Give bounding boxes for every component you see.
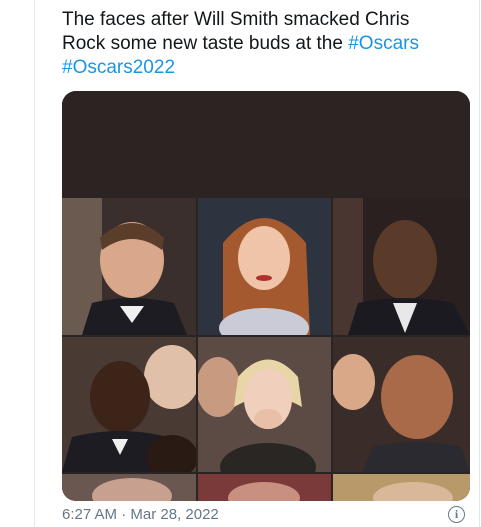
- tweet-text-line1: The faces after Will Smith smacked Chris: [62, 9, 410, 30]
- photo-person-6: [333, 337, 470, 472]
- photo-person-7: [62, 474, 196, 501]
- hashtag-oscars-link[interactable]: #Oscars: [348, 33, 419, 54]
- tweet-media-image[interactable]: [62, 91, 470, 501]
- tweet-timestamp[interactable]: 6:27 AM · Mar 28, 2022: [62, 506, 219, 524]
- photo-cell-row3-right: [333, 474, 470, 501]
- photo-person-1: [62, 198, 196, 335]
- photo-person-3: [333, 198, 470, 335]
- image-dark-band: [62, 91, 470, 198]
- photo-cell-dwayne-johnson: [333, 337, 470, 472]
- photo-cell-matt-damon: [62, 198, 196, 335]
- timeline-border-left: [34, 0, 35, 527]
- photo-cell-trevante-rhodes: [333, 198, 470, 335]
- photo-person-2: [198, 198, 331, 335]
- photo-cell-row3-left: [62, 474, 196, 501]
- photo-person-8: [198, 474, 331, 501]
- photo-cell-charlize-theron: [198, 337, 331, 472]
- photo-cell-row3-middle: [198, 474, 331, 501]
- photo-person-4: [62, 337, 196, 472]
- photo-cell-emma-stone: [198, 198, 331, 335]
- photo-person-9: [333, 474, 470, 501]
- info-icon[interactable]: i: [448, 506, 465, 523]
- photo-person-5: [198, 337, 331, 472]
- timeline-border-right: [479, 0, 480, 527]
- photo-cell-david-oyelowo: [62, 337, 196, 472]
- reaction-photo-grid: [62, 198, 470, 501]
- tweet-text-line2: Rock some new taste buds at the: [62, 33, 349, 54]
- tweet-text: The faces after Will Smith smacked Chris…: [62, 8, 470, 80]
- hashtag-oscars2022-link[interactable]: #Oscars2022: [62, 57, 175, 78]
